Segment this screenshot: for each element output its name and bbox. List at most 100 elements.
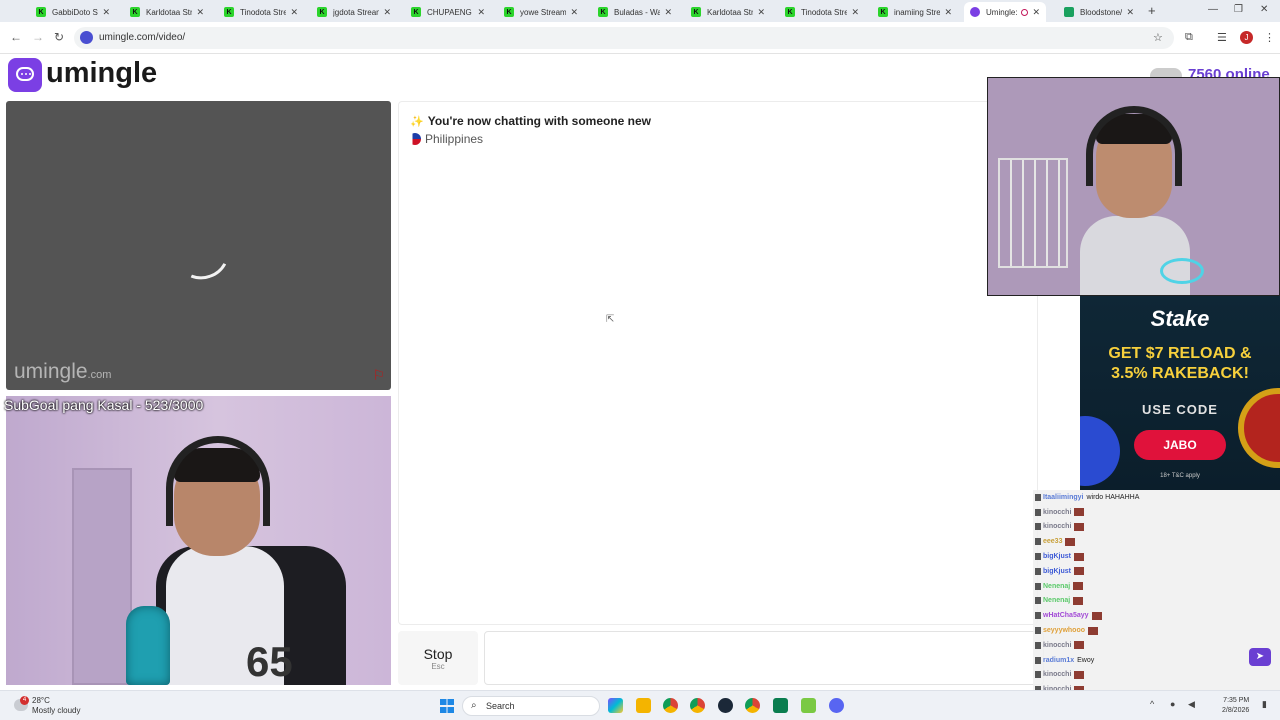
mic-icon[interactable]: ● [1170, 699, 1175, 709]
stop-button[interactable]: Stop Esc [398, 631, 478, 685]
browser-tab[interactable]: Kyowe Stream ✕ [498, 2, 584, 22]
chat-username[interactable]: kinocchi [1043, 642, 1071, 649]
minimize-icon[interactable]: — [1208, 4, 1218, 15]
report-flag-icon[interactable]: ⚐ [372, 367, 385, 384]
tray-overflow-icon[interactable]: ^ [1150, 699, 1154, 709]
close-tab-icon[interactable]: ✕ [851, 7, 859, 18]
kick-icon: K [691, 7, 701, 17]
weather-temperature[interactable]: 28°C [32, 696, 50, 705]
browser-tab[interactable]: K Karldotaa Stream✕ [685, 2, 771, 22]
close-tab-icon[interactable]: ✕ [664, 7, 672, 18]
browser-tab[interactable]: Bloodstone/M✕ [1058, 2, 1140, 22]
emote-icon [1065, 537, 1076, 546]
close-tab-icon[interactable]: ✕ [570, 7, 578, 18]
chat-username[interactable]: Nenenaj [1043, 583, 1070, 590]
maximize-icon[interactable]: ❐ [1234, 4, 1243, 15]
browser-tab[interactable]: K Tinodota Stream✕ [779, 2, 865, 22]
site-logo-text[interactable]: umingle [46, 57, 157, 90]
chrome-icon[interactable] [663, 698, 678, 713]
ad-promo-code[interactable]: JABO [1134, 430, 1226, 460]
chat-line: Nenenaj [1033, 579, 1280, 594]
chat-line: kinocchi [1033, 668, 1280, 683]
new-tab-button[interactable]: + [1148, 3, 1156, 18]
browser-tab[interactable]: Kinamiing Stream✕ [872, 2, 958, 22]
chat-username[interactable]: kinocchi [1043, 671, 1071, 678]
close-tab-icon[interactable]: ✕ [383, 7, 391, 18]
notification-bell-icon[interactable]: ▮ [1262, 699, 1267, 710]
browser-menu-icon[interactable]: ⋮ [1264, 31, 1275, 44]
user-badge-icon [1035, 597, 1041, 605]
profile-avatar[interactable]: J [1240, 31, 1253, 44]
kick-icon: K [785, 7, 795, 17]
chat-status-message: ✨ You're now chatting with someone new [410, 114, 652, 128]
chat-username[interactable]: eee33 [1043, 538, 1062, 545]
back-icon[interactable]: ← [10, 30, 22, 44]
reload-icon[interactable]: ↻ [54, 30, 64, 44]
site-info-icon[interactable] [80, 31, 93, 44]
chat-username[interactable]: Itaaliimingyi [1043, 494, 1083, 501]
chat-username[interactable]: Nenenaj [1043, 597, 1070, 604]
forward-icon[interactable]: → [32, 30, 44, 44]
chat-line: seyyywhooo [1033, 623, 1280, 638]
taskbar-search[interactable]: ⌕ Search [462, 696, 600, 716]
user-badge-icon [1035, 538, 1041, 546]
kick-icon: K [504, 7, 514, 17]
url-text[interactable]: umingle.com/video/ [99, 32, 185, 43]
chat-username[interactable]: seyyywhooo [1043, 627, 1085, 634]
media-controls-icon[interactable]: ☰ [1217, 31, 1227, 44]
close-tab-icon[interactable]: ✕ [757, 7, 765, 18]
message-input[interactable] [484, 631, 1044, 685]
emote-icon [1074, 641, 1085, 650]
user-badge-icon [1035, 553, 1041, 561]
weather-description[interactable]: Mostly cloudy [32, 706, 80, 715]
close-tab-icon[interactable]: ✕ [290, 7, 298, 18]
address-bar[interactable]: umingle.com/video/ [74, 27, 1174, 49]
tab-title: Umingle: V [986, 7, 1018, 17]
umingle-logo-icon[interactable] [8, 58, 42, 92]
close-tab-icon[interactable]: ✕ [196, 7, 204, 18]
emote-icon [1073, 596, 1084, 605]
chat-line: wHatCha5ayy [1033, 608, 1280, 623]
browser-tab[interactable]: Kjgdota Stream ✕ [311, 2, 397, 22]
discord-icon[interactable] [829, 698, 844, 713]
chrome-active-icon[interactable] [745, 698, 760, 713]
windows-start-icon[interactable] [440, 699, 454, 713]
chat-username[interactable]: bigKjust [1043, 553, 1071, 560]
chat-username[interactable]: wHatCha5ayy [1043, 612, 1089, 619]
stream-chat-overlay: Itaaliimingyi wirdo HAHAHHA kinocchi kinocc… [1033, 490, 1280, 720]
stake-ad[interactable]: Stake GET $7 RELOAD & 3.5% RAKEBACK! USE … [1080, 296, 1280, 490]
self-video: 65 [6, 396, 391, 685]
chat-line: kinocchi [1033, 638, 1280, 653]
volume-icon[interactable]: ◀ [1188, 699, 1195, 710]
address-bar-row: ← → ↻ umingle.com/video/ ☆ ⧉ ☰ ⋮ [0, 22, 1280, 54]
chat-username[interactable]: kinocchi [1043, 523, 1071, 530]
browser-tab[interactable]: K GabbiDoto Stream ✕ [30, 2, 116, 22]
search-icon: ⌕ [471, 700, 477, 711]
close-tab-icon[interactable]: ✕ [477, 7, 485, 18]
copilot-icon[interactable] [608, 698, 623, 713]
chrome-profile-icon[interactable] [690, 698, 705, 713]
sparkle-icon: ✨ [410, 116, 424, 128]
browser-tab[interactable]: K CHUPAENG Stream ✕ [405, 2, 491, 22]
close-tab-icon[interactable]: ✕ [944, 7, 952, 18]
browser-tab[interactable]: K Buladas - Watch✕ [592, 2, 678, 22]
steam-icon[interactable] [718, 698, 733, 713]
browser-tab[interactable]: Umingle: V ✕ [964, 2, 1046, 22]
chat-username[interactable]: bigKjust [1043, 568, 1071, 575]
send-button[interactable]: ➤ [1249, 648, 1271, 666]
browser-tab[interactable]: K Karldotaa Stream✕ [124, 2, 210, 22]
clock[interactable]: 7:35 PM 2/8/2026 [1222, 696, 1249, 716]
file-explorer-icon[interactable] [636, 698, 651, 713]
android-icon[interactable] [801, 698, 816, 713]
chat-username[interactable]: kinocchi [1043, 509, 1071, 516]
bookmark-star-icon[interactable]: ☆ [1153, 31, 1163, 44]
app-icon[interactable] [773, 698, 788, 713]
notification-badge: 4 [20, 696, 29, 705]
close-tab-icon[interactable]: ✕ [102, 7, 110, 18]
browser-tab[interactable]: K Tinodota Stream✕ [218, 2, 304, 22]
extensions-icon[interactable]: ⧉ [1185, 31, 1193, 44]
chat-username[interactable]: radium1x [1043, 657, 1074, 664]
close-tab-icon[interactable]: ✕ [1126, 7, 1134, 18]
close-tab-icon[interactable]: ✕ [1032, 7, 1040, 18]
close-window-icon[interactable]: ✕ [1260, 4, 1268, 15]
